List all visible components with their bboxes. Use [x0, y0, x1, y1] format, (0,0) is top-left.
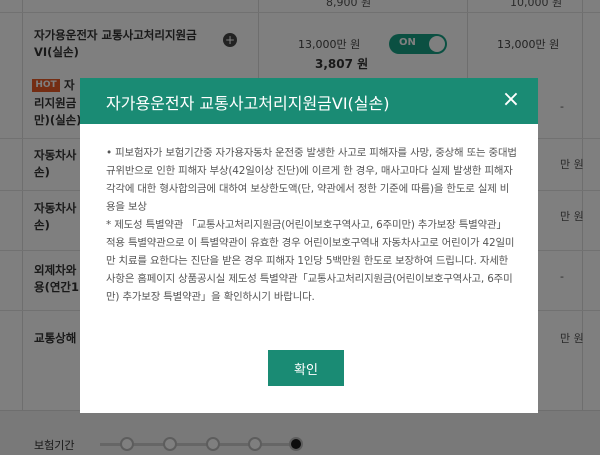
modal-title: 자가용운전자 교통사고처리지원금VI(실손): [106, 94, 390, 113]
special-clause-note: * 제도성 특별약관 「교통사고처리지원금(어린이보호구역사고, 6주미만) 추…: [106, 219, 515, 303]
coverage-description-text: 피보험자가 보험기간중 자가용자동차 운전중 발생한 사고로 피해자를 사망, …: [106, 147, 517, 213]
modal-header: 자가용운전자 교통사고처리지원금VI(실손) ×: [80, 78, 538, 124]
bullet-icon: •: [106, 147, 112, 159]
confirm-button[interactable]: 확인: [268, 350, 344, 386]
close-icon[interactable]: ×: [498, 87, 524, 113]
modal-body: • 피보험자가 보험기간중 자가용자동차 운전중 발생한 사고로 피해자를 사망…: [106, 144, 518, 306]
coverage-detail-modal: 자가용운전자 교통사고처리지원금VI(실손) × • 피보험자가 보험기간중 자…: [80, 78, 538, 413]
coverage-description: • 피보험자가 보험기간중 자가용자동차 운전중 발생한 사고로 피해자를 사망…: [106, 144, 518, 216]
